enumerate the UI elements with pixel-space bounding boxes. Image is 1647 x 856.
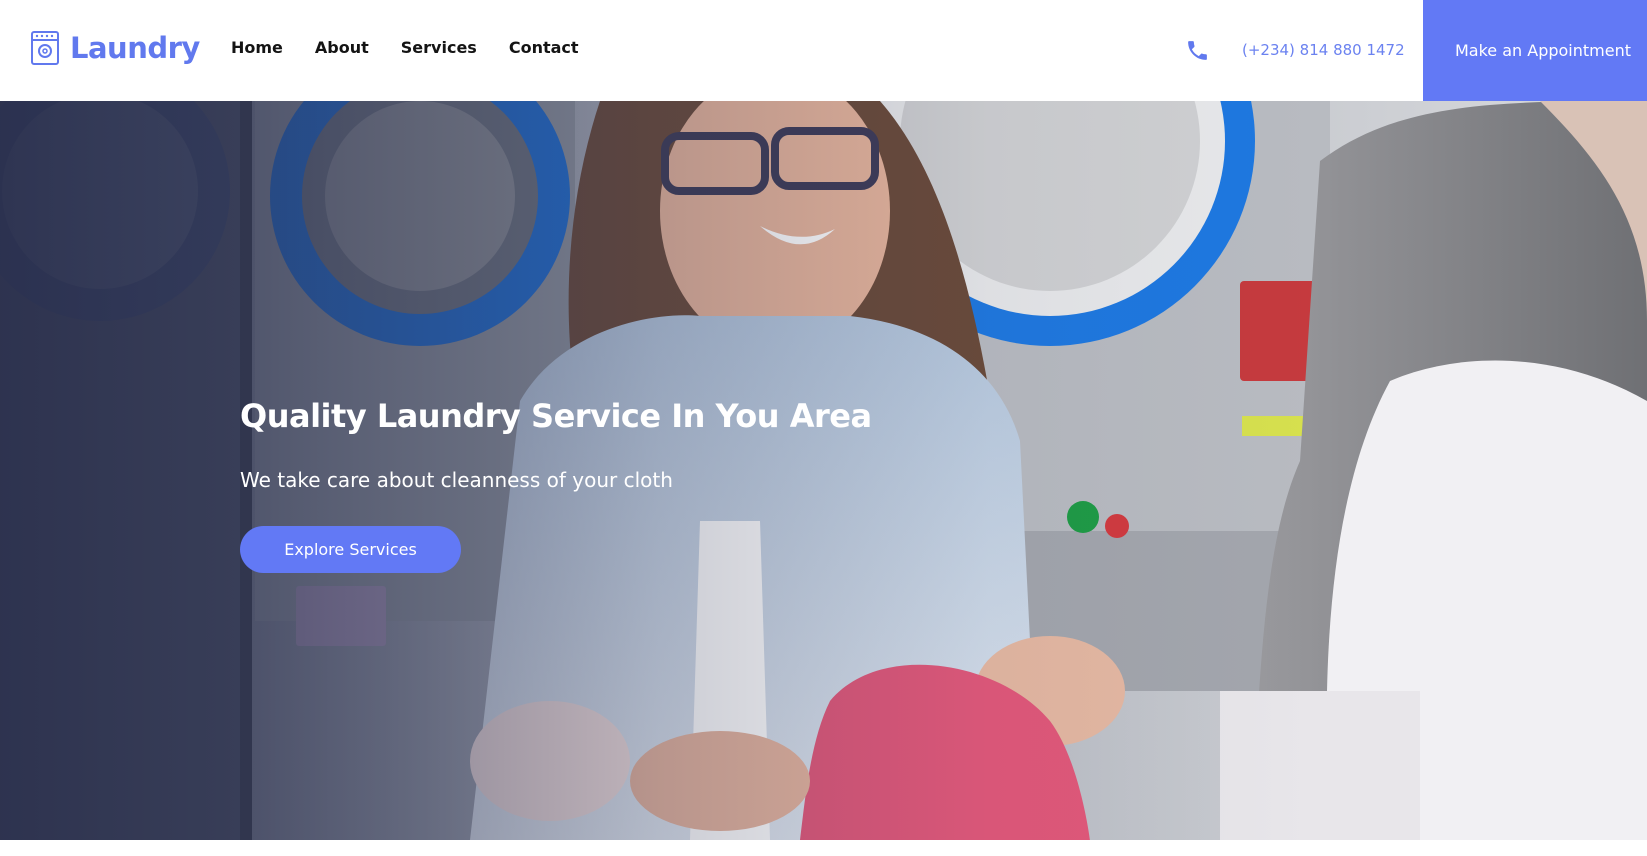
brand-logo[interactable]: Laundry — [30, 30, 200, 66]
make-appointment-button[interactable]: Make an Appointment — [1423, 0, 1647, 101]
nav-item-services[interactable]: Services — [401, 38, 477, 57]
hero-title: Quality Laundry Service In You Area — [240, 397, 872, 435]
washing-machine-icon — [31, 31, 59, 65]
nav-item-about[interactable]: About — [315, 38, 369, 57]
brand-name: Laundry — [70, 31, 200, 65]
nav-item-contact[interactable]: Contact — [509, 38, 579, 57]
phone-number[interactable]: (+234) 814 880 1472 — [1242, 41, 1405, 59]
hero-subtitle: We take care about cleanness of your clo… — [240, 468, 673, 492]
hero-section: Quality Laundry Service In You Area We t… — [0, 101, 1647, 840]
main-nav: Home About Services Contact — [231, 38, 611, 57]
page-bottom-strip — [0, 840, 1647, 856]
explore-services-button[interactable]: Explore Services — [240, 526, 461, 573]
phone-icon — [1188, 41, 1207, 60]
nav-item-home[interactable]: Home — [231, 38, 283, 57]
site-header: Laundry Home About Services Contact (+23… — [0, 0, 1647, 101]
